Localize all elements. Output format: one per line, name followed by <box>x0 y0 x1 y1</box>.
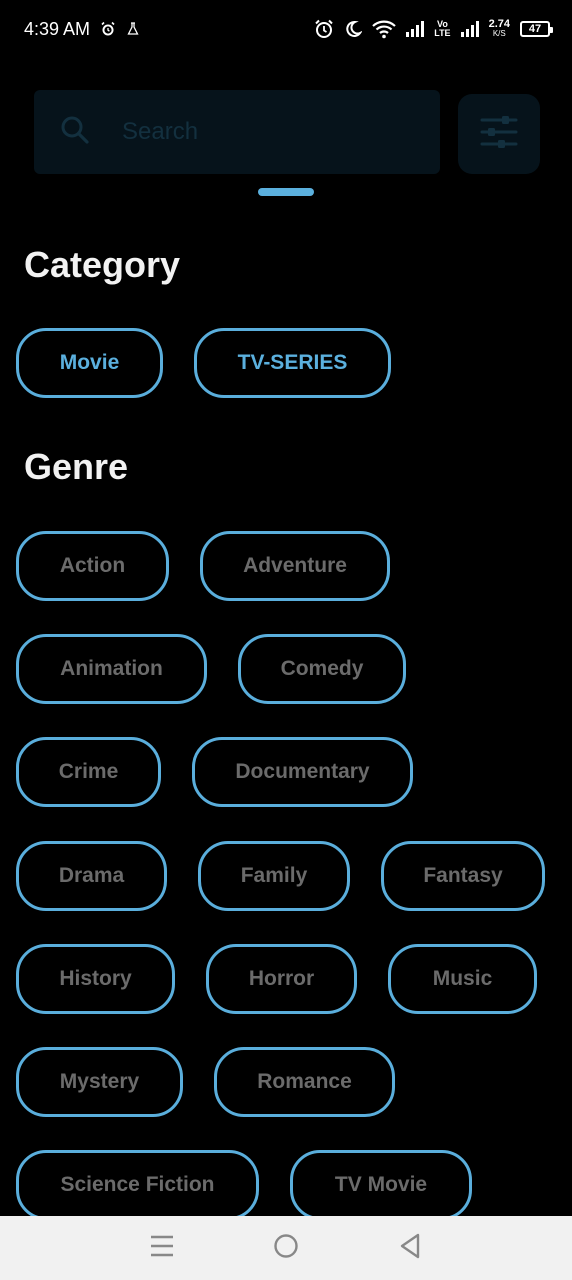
category-chip-tv-series[interactable]: TV-SERIES <box>194 328 391 398</box>
search-box[interactable] <box>34 90 440 174</box>
genre-chip-crime[interactable]: Crime <box>16 737 161 807</box>
signal-icon <box>460 21 479 37</box>
recents-button[interactable] <box>132 1223 192 1273</box>
genre-chip-mystery[interactable]: Mystery <box>16 1047 183 1117</box>
net-speed-value: 2.74 <box>488 18 510 30</box>
genre-chip-action[interactable]: Action <box>16 531 169 601</box>
moon-icon <box>344 20 363 38</box>
flask-icon <box>126 22 140 36</box>
genre-chip-comedy[interactable]: Comedy <box>238 634 406 704</box>
search-icon <box>60 115 90 150</box>
home-icon <box>273 1233 299 1264</box>
genre-chip-tv-movie[interactable]: TV Movie <box>290 1150 472 1220</box>
wifi-icon <box>372 19 396 39</box>
battery-level: 47 <box>528 23 542 35</box>
net-speed: 2.74 K/S <box>489 19 510 39</box>
genre-chip-music[interactable]: Music <box>388 944 537 1014</box>
filter-button[interactable] <box>458 94 540 174</box>
genre-chip-romance[interactable]: Romance <box>214 1047 395 1117</box>
genre-chip-fantasy[interactable]: Fantasy <box>381 841 545 911</box>
genre-chip-family[interactable]: Family <box>198 841 350 911</box>
search-input[interactable] <box>120 111 384 153</box>
alarm-icon <box>100 21 116 37</box>
net-speed-unit: K/S <box>492 29 506 38</box>
volte-icon: Vo LTE <box>434 20 450 38</box>
back-icon <box>398 1233 422 1264</box>
status-left: 4:39 AM <box>24 19 140 40</box>
genre-chip-science-fiction[interactable]: Science Fiction <box>16 1150 259 1220</box>
signal-icon <box>406 21 425 37</box>
genre-chip-adventure[interactable]: Adventure <box>200 531 390 601</box>
genre-chip-documentary[interactable]: Documentary <box>192 737 413 807</box>
sheet-drag-handle[interactable] <box>258 188 314 196</box>
status-right: Vo LTE 2.74 K/S 47 <box>314 19 553 39</box>
volte-bottom: LTE <box>434 28 451 38</box>
home-button[interactable] <box>256 1223 316 1273</box>
alarm-icon <box>314 19 334 39</box>
system-nav-bar <box>0 1216 572 1280</box>
category-title: Category <box>24 244 181 285</box>
genre-chip-history[interactable]: History <box>16 944 175 1014</box>
battery-icon: 47 <box>520 21 553 37</box>
genre-chip-drama[interactable]: Drama <box>16 841 167 911</box>
status-time: 4:39 AM <box>24 18 91 39</box>
back-button[interactable] <box>380 1223 440 1273</box>
genre-chip-animation[interactable]: Animation <box>16 634 207 704</box>
menu-icon <box>150 1235 174 1262</box>
sliders-icon <box>480 114 518 155</box>
genre-title: Genre <box>24 446 129 487</box>
category-chip-movie[interactable]: Movie <box>16 328 163 398</box>
genre-chip-horror[interactable]: Horror <box>206 944 357 1014</box>
status-bar: 4:39 AM Vo LTE 2.74 K/S 47 <box>0 0 572 58</box>
